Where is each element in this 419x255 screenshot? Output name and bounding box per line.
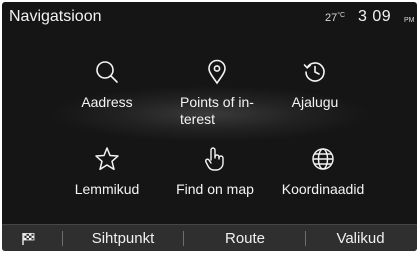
hand-pointer-icon: [201, 145, 229, 173]
tab-divider: [183, 231, 184, 246]
tab-divider: [305, 231, 306, 246]
status-bar: Navigatsioon 27°C 3 09 PM: [2, 2, 417, 34]
bottom-tab-bar: Sihtpunkt Route Valikud: [2, 224, 417, 251]
menu-item-koordinaadid[interactable]: Koordinaadid: [258, 145, 388, 221]
tab-divider: [62, 231, 63, 246]
temperature-readout: 27°C: [325, 12, 345, 24]
tab-route[interactable]: Route: [186, 225, 304, 251]
menu-item-label: Ajalugu: [291, 94, 339, 110]
clock-ampm: PM: [404, 17, 415, 24]
temperature-value: 27: [325, 12, 338, 24]
page-title: Navigatsioon: [9, 8, 102, 25]
history-icon: [301, 58, 329, 86]
menu-item-label: Koordinaadid: [281, 181, 365, 197]
temperature-unit: °C: [337, 12, 346, 19]
star-icon: [93, 145, 121, 173]
search-icon: [93, 58, 121, 86]
checkered-flag-icon[interactable]: [21, 232, 37, 246]
navigation-screen: Navigatsioon 27°C 3 09 PM Aadress Points…: [2, 2, 417, 251]
tab-valikud[interactable]: Valikud: [308, 225, 413, 251]
menu-item-ajalugu[interactable]: Ajalugu: [250, 58, 380, 134]
globe-icon: [309, 145, 337, 173]
clock-time: 3 09: [358, 8, 392, 25]
map-pin-icon: [203, 58, 231, 86]
tab-sihtpunkt[interactable]: Sihtpunkt: [66, 225, 180, 251]
